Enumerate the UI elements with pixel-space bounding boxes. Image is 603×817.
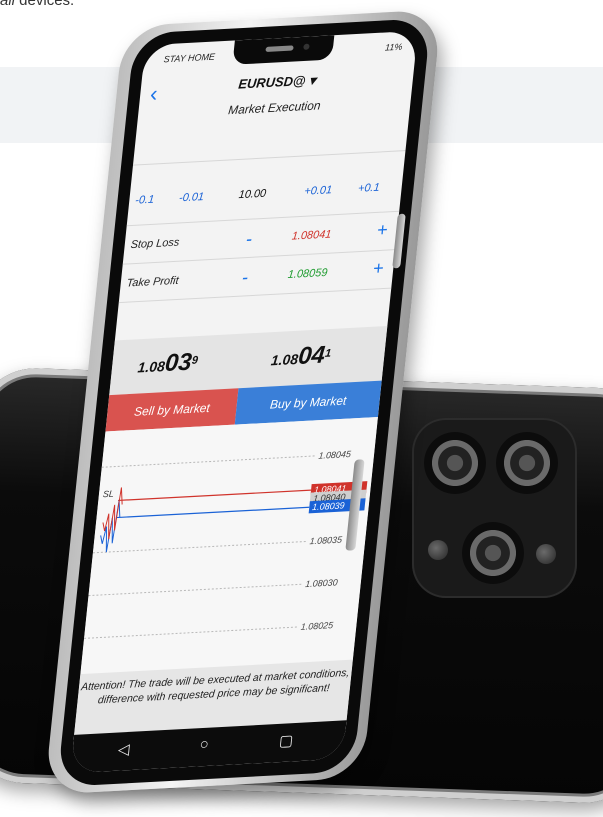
carrier-label: STAY HOME — [163, 51, 216, 65]
tick-chart: 1.08045 1.08035 1.08030 1.08025 SL 1.08041 1.0… — [80, 416, 378, 675]
nav-recents-icon[interactable]: ▢ — [278, 731, 294, 750]
ask-price-big: 04 — [297, 341, 327, 371]
volume-minus-01-button[interactable]: -0.1 — [135, 194, 155, 207]
divider — [132, 150, 406, 166]
ask-price-prefix: 1.08 — [270, 350, 299, 369]
ask-price: 1.08041 — [270, 341, 333, 372]
stop-loss-line — [118, 489, 312, 502]
caption-italic: all — [0, 0, 16, 9]
take-profit-plus-button[interactable]: + — [372, 258, 385, 280]
y-tick-label: 1.08025 — [300, 620, 334, 632]
bid-price-big: 03 — [163, 348, 194, 378]
grid-line — [101, 455, 315, 468]
chevron-left-icon[interactable]: ‹ — [149, 81, 159, 108]
tick-chart-svg: 1.080451.080351.080301.08025SL 1.080411.0… — [84, 449, 368, 639]
ask-price-sup: 1 — [324, 347, 332, 360]
y-tick-label: 1.08045 — [318, 449, 352, 461]
grid-line — [84, 626, 297, 639]
y-tick-label: 1.08030 — [305, 577, 338, 589]
front-phone: STAY HOME 11% ‹ EURUSD@ ▾ Market Executi… — [44, 0, 445, 800]
execution-type[interactable]: Market Execution — [137, 93, 411, 122]
volume-plus-001-button[interactable]: +0.01 — [304, 184, 333, 198]
stop-loss-label: Stop Loss — [130, 236, 180, 252]
bid-price-sup: 9 — [191, 354, 199, 367]
take-profit-label: Take Profit — [126, 274, 180, 290]
camera-lens-top-right — [496, 432, 558, 494]
nav-back-icon[interactable]: ◁ — [117, 740, 130, 759]
stop-loss-value[interactable]: 1.08041 — [291, 228, 332, 242]
volume-plus-01-button[interactable]: +0.1 — [357, 182, 380, 195]
take-profit-minus-button[interactable]: - — [241, 267, 249, 289]
bid-price-prefix: 1.08 — [136, 357, 166, 376]
top-caption: all devices. — [0, 0, 74, 9]
camera-flash-right — [536, 544, 556, 564]
order-header: ‹ EURUSD@ ▾ Market Execution — [136, 61, 415, 136]
grid-line — [92, 540, 306, 554]
stop-loss-plus-button[interactable]: + — [376, 219, 389, 241]
y-tick-label: 1.08035 — [309, 535, 343, 547]
sl-label: SL — [102, 489, 114, 500]
bid-price: 1.08039 — [137, 348, 200, 379]
battery-label: 11% — [384, 41, 403, 53]
level-tag-label: 1.08039 — [312, 500, 345, 512]
camera-lens-bottom — [462, 522, 524, 584]
take-profit-value[interactable]: 1.08059 — [287, 267, 328, 281]
symbol-selector[interactable]: EURUSD@ ▾ — [140, 67, 414, 98]
volume-minus-001-button[interactable]: -0.01 — [178, 191, 204, 204]
nav-home-icon[interactable]: ○ — [199, 736, 210, 754]
price-line — [116, 506, 310, 519]
grid-line — [88, 583, 302, 597]
stop-loss-minus-button[interactable]: - — [245, 229, 253, 251]
volume-value[interactable]: 10.00 — [238, 188, 267, 202]
volume-row: -0.1 -0.01 10.00 +0.01 +0.1 — [134, 181, 397, 215]
